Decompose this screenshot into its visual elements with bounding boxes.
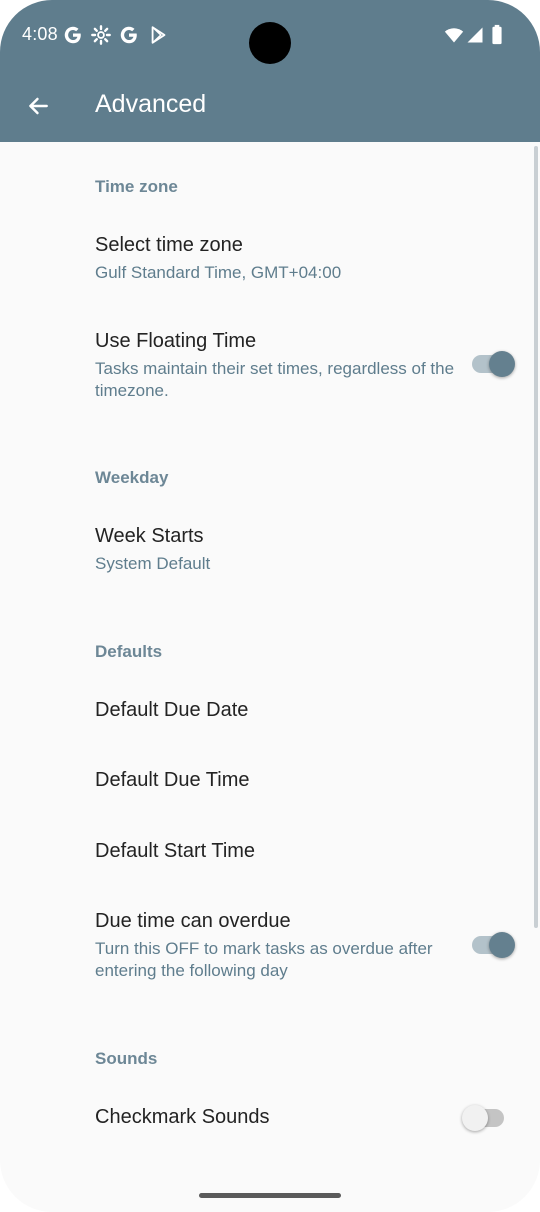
top-bar: 4:08 Advanced xyxy=(0,0,540,142)
floating-time-switch[interactable] xyxy=(472,347,516,381)
pref-summary: System Default xyxy=(95,554,211,573)
pref-default-due-time[interactable]: Default Due Time xyxy=(0,757,540,817)
pref-title: Default Due Date xyxy=(95,699,249,721)
switch-thumb xyxy=(462,1105,488,1131)
device-screen: 4:08 Advanced Time zone Select time zone… xyxy=(0,0,540,1212)
switch-thumb xyxy=(489,351,515,377)
section-header-sounds: Sounds xyxy=(95,1049,158,1068)
pref-title: Checkmark Sounds xyxy=(95,1106,270,1128)
wifi-icon xyxy=(444,28,464,43)
arrow-left-icon xyxy=(29,97,48,115)
pref-select-time-zone[interactable]: Select time zone Gulf Standard Time, GMT… xyxy=(0,222,540,294)
pref-title: Use Floating Time xyxy=(95,330,257,352)
section-header-time-zone: Time zone xyxy=(95,177,178,196)
status-time: 4:08 xyxy=(22,24,58,44)
front-camera xyxy=(249,22,291,64)
pref-use-floating-time[interactable]: Use Floating Time Tasks maintain their s… xyxy=(0,318,540,414)
pref-summary: Tasks maintain their set times, regardle… xyxy=(95,359,455,400)
due-overdue-switch[interactable] xyxy=(472,928,516,962)
back-button[interactable] xyxy=(16,84,60,128)
page-title: Advanced xyxy=(95,90,207,118)
status-bar: 4:08 xyxy=(0,0,540,72)
pref-title: Select time zone xyxy=(95,234,243,256)
pref-title: Week Starts xyxy=(95,525,204,547)
google-icon xyxy=(64,26,81,44)
home-indicator[interactable] xyxy=(199,1193,341,1198)
checkmark-sounds-switch[interactable] xyxy=(462,1101,508,1135)
pref-due-time-can-overdue[interactable]: Due time can overdue Turn this OFF to ma… xyxy=(0,898,540,994)
pref-checkmark-sounds[interactable]: Checkmark Sounds xyxy=(0,1094,540,1154)
pref-week-starts[interactable]: Week Starts System Default xyxy=(0,513,540,585)
battery-icon xyxy=(492,24,502,45)
pref-title: Default Start Time xyxy=(95,840,256,862)
pref-title: Default Due Time xyxy=(95,769,250,791)
signal-icon xyxy=(467,27,483,43)
section-header-defaults: Defaults xyxy=(95,642,163,661)
pref-summary: Turn this OFF to mark tasks as overdue a… xyxy=(95,939,433,980)
pref-default-start-time[interactable]: Default Start Time xyxy=(0,828,540,888)
pref-summary: Gulf Standard Time, GMT+04:00 xyxy=(95,263,342,282)
google-icon xyxy=(120,26,137,44)
app-bar: Advanced xyxy=(0,72,540,142)
pref-default-due-date[interactable]: Default Due Date xyxy=(0,687,540,747)
section-header-weekday: Weekday xyxy=(95,468,169,487)
play-store-icon xyxy=(151,26,166,44)
pref-title: Due time can overdue xyxy=(95,910,291,932)
settings-icon xyxy=(91,25,111,45)
switch-thumb xyxy=(489,932,515,958)
